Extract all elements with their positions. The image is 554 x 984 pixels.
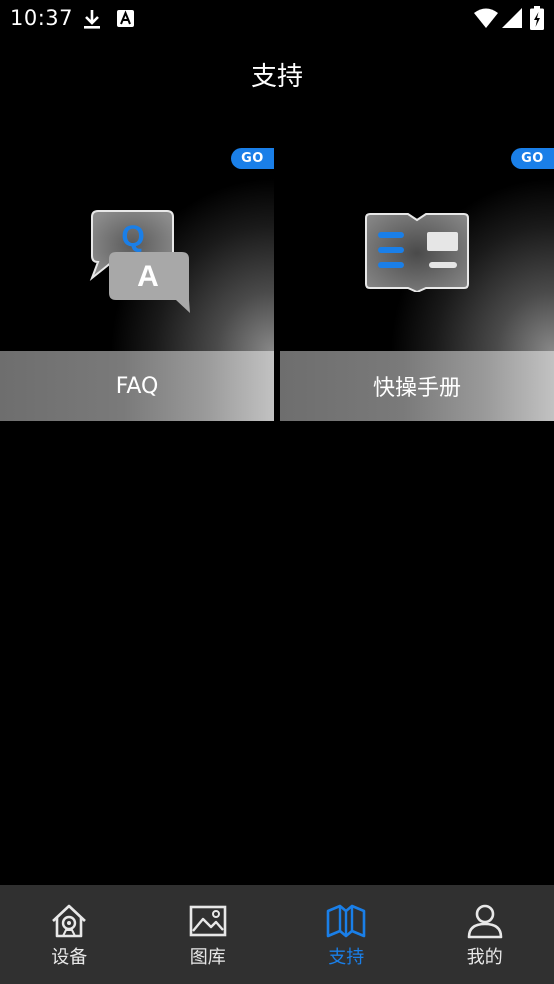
signal-icon [502,8,522,28]
go-badge: GO [231,148,274,169]
status-bar: 10:37 [0,0,554,38]
faq-card-label: FAQ [115,373,159,399]
quick-manual-card-footer: 快操手册 [280,351,554,421]
faq-card-footer: FAQ [0,351,274,421]
wifi-icon [474,8,498,28]
qa-chat-icon: Q A [89,210,190,313]
quick-manual-card[interactable]: GO 快操手册 [280,148,554,421]
nav-label-profile: 我的 [466,947,503,968]
gallery-icon [189,905,227,937]
nav-item-support[interactable]: 支持 [277,885,416,984]
nav-label-devices: 设备 [51,947,88,968]
quick-manual-card-label: 快操手册 [372,376,461,401]
nav-label-support: 支持 [328,947,365,968]
home-device-icon [52,904,87,938]
go-badge: GO [511,148,554,169]
svg-text:A: A [137,260,159,293]
nav-item-profile[interactable]: 我的 [416,885,554,984]
svg-text:Q: Q [121,220,144,253]
faq-card[interactable]: GO Q A FAQ [0,148,274,421]
nav-label-gallery: 图库 [189,947,226,968]
status-time: 10:37 [10,6,74,30]
book-support-icon [326,904,366,938]
bottom-navigation: 设备 图库 支持 我的 [0,885,554,984]
page-title: 支持 [250,62,303,92]
manual-book-icon [365,213,469,292]
download-icon [84,10,100,29]
a-notification-icon [117,10,134,27]
nav-item-devices[interactable]: 设备 [0,885,139,984]
nav-item-gallery[interactable]: 图库 [139,885,278,984]
battery-icon [530,6,544,30]
user-icon [467,904,503,939]
